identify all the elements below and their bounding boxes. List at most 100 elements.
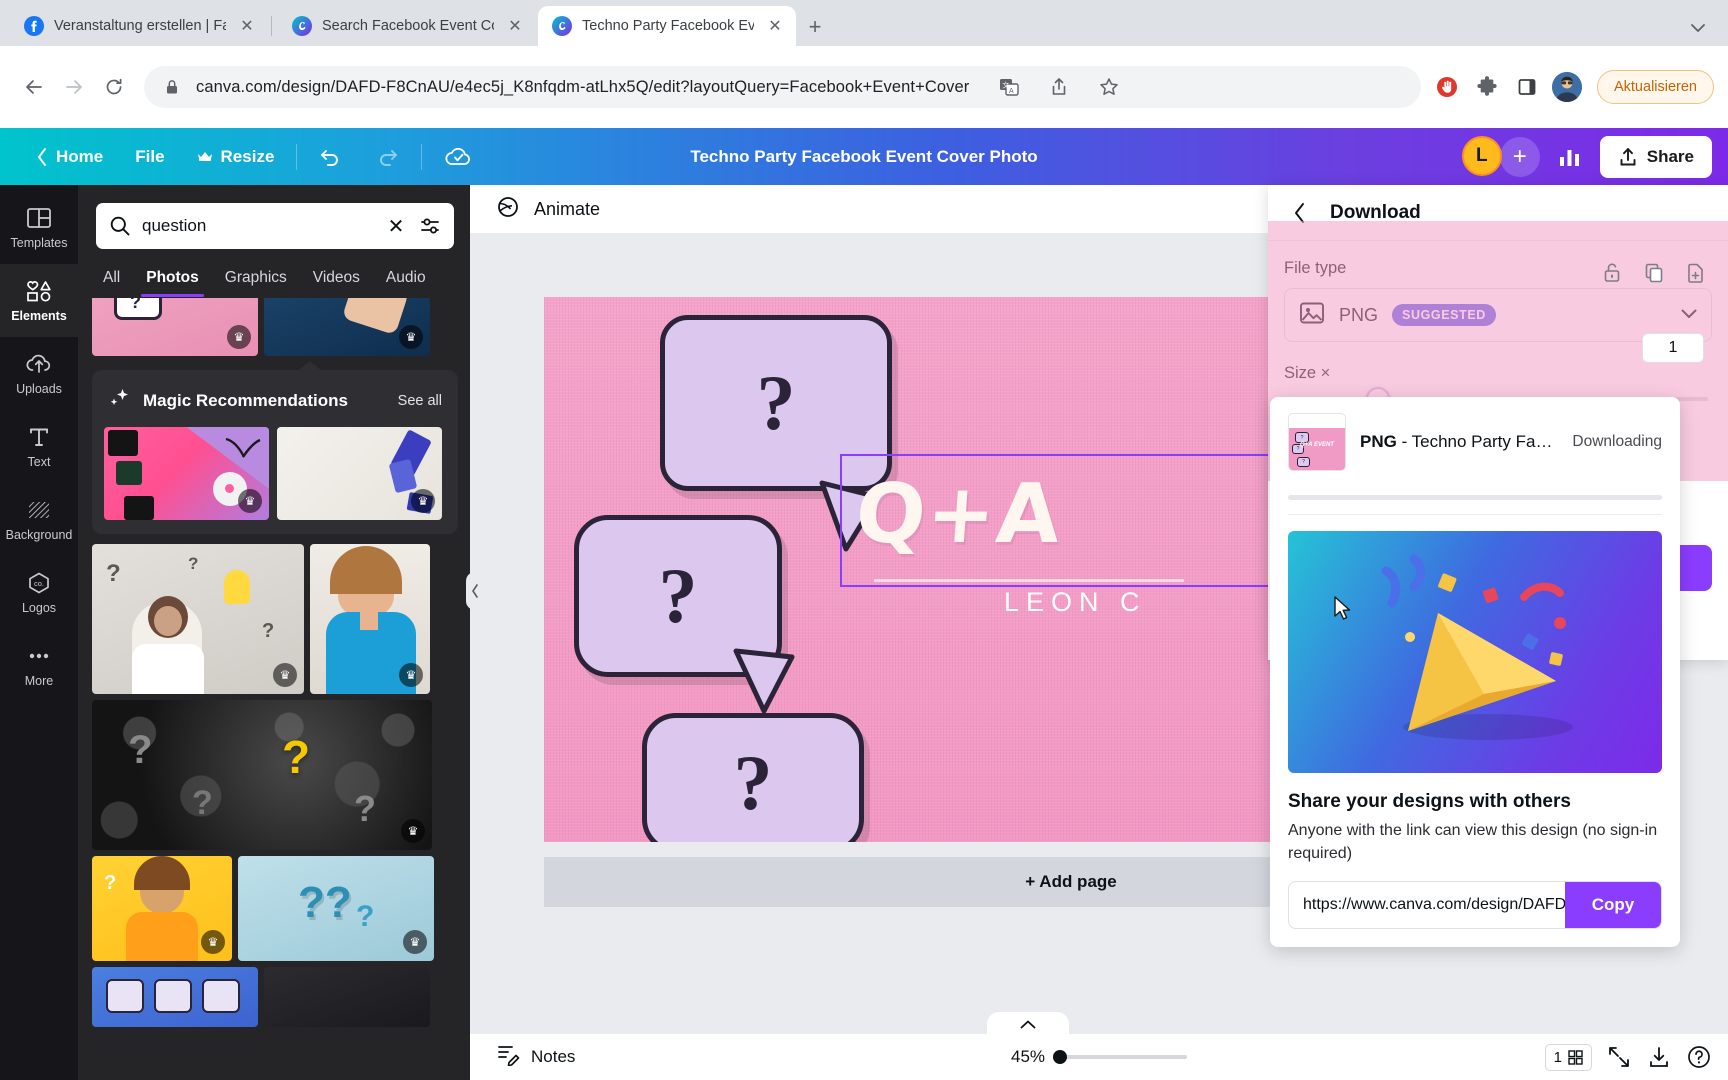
see-all-link[interactable]: See all bbox=[398, 393, 442, 409]
browser-tab-0[interactable]: Veranstaltung erstellen | Faceb ✕ bbox=[10, 6, 268, 46]
crown-icon: ♛ bbox=[403, 930, 427, 954]
lock-icon bbox=[160, 75, 184, 99]
filter-sliders-icon[interactable] bbox=[418, 214, 442, 238]
reload-icon[interactable] bbox=[94, 67, 134, 107]
new-tab-button[interactable]: + bbox=[800, 12, 830, 42]
result-thumb[interactable]: ? ? ? ? ♛ bbox=[92, 700, 432, 850]
qa-headline[interactable]: Q+A bbox=[853, 467, 1065, 562]
adblock-icon[interactable] bbox=[1429, 69, 1465, 105]
thumbnail-label: Q+A EVENT bbox=[1300, 442, 1334, 448]
bar-chart-icon bbox=[1559, 149, 1579, 166]
share-icon[interactable] bbox=[1047, 75, 1071, 99]
canva-icon bbox=[292, 16, 312, 36]
share-button[interactable]: Share bbox=[1599, 135, 1712, 178]
result-thumb[interactable]: ♛ bbox=[264, 298, 430, 356]
artist-name[interactable]: LEON C bbox=[1004, 587, 1147, 618]
sidebar-item-elements[interactable]: Elements bbox=[0, 264, 78, 337]
bottom-sheet-handle[interactable] bbox=[987, 1012, 1069, 1036]
chevron-left-icon[interactable] bbox=[1284, 198, 1314, 228]
suggested-badge: SUGGESTED bbox=[1392, 304, 1496, 326]
result-thumb[interactable]: ? ♛ bbox=[92, 298, 258, 356]
copy-icon[interactable] bbox=[1644, 262, 1664, 289]
undo-button[interactable] bbox=[303, 137, 359, 177]
notes-button[interactable]: Notes bbox=[496, 1044, 575, 1071]
saved-status-button[interactable] bbox=[428, 137, 490, 177]
add-collaborator-button[interactable]: + bbox=[1499, 136, 1540, 177]
sidebar-item-logos[interactable]: co. Logos bbox=[0, 556, 78, 629]
file-menu-button[interactable]: File bbox=[119, 137, 180, 177]
browser-tab-title: Search Facebook Event Cover bbox=[322, 18, 494, 34]
unlock-icon[interactable] bbox=[1602, 262, 1622, 289]
search-input[interactable] bbox=[142, 216, 374, 236]
zoom-slider[interactable] bbox=[1053, 1050, 1188, 1064]
copy-link-button[interactable]: Copy bbox=[1565, 882, 1661, 929]
result-thumb[interactable] bbox=[92, 967, 258, 1027]
sidebar-item-templates[interactable]: Templates bbox=[0, 191, 78, 264]
translate-icon[interactable]: 文A bbox=[997, 75, 1021, 99]
magic-thumb[interactable]: ♛ bbox=[277, 427, 442, 520]
chevron-left-icon bbox=[38, 147, 46, 166]
elements-panel: ✕ All Photos Graphics Videos Audio ? ♛ ♛ bbox=[78, 185, 470, 1080]
download-status: Downloading bbox=[1572, 433, 1662, 450]
sidebar-label: Logos bbox=[21, 601, 57, 615]
tab-videos[interactable]: Videos bbox=[300, 263, 373, 297]
insights-button[interactable] bbox=[1548, 137, 1592, 177]
sidebar-item-text[interactable]: Text bbox=[0, 410, 78, 483]
extensions-icon[interactable] bbox=[1469, 69, 1505, 105]
resize-button[interactable]: Resize bbox=[181, 137, 291, 177]
result-thumb[interactable]: ♛ bbox=[310, 544, 430, 694]
result-thumb[interactable]: ? ? ? ♛ bbox=[92, 544, 304, 694]
browser-tab-2-active[interactable]: Techno Party Facebook Event C ✕ bbox=[538, 6, 796, 46]
result-row: ? ? ? ♛ ♛ bbox=[78, 544, 470, 700]
animate-label[interactable]: Animate bbox=[534, 199, 600, 220]
share-promo-illustration bbox=[1288, 531, 1662, 773]
page-indicator[interactable]: 1 bbox=[1544, 1043, 1592, 1071]
grid-pages-icon bbox=[1568, 1049, 1583, 1065]
sidebar-item-background[interactable]: Background bbox=[0, 483, 78, 556]
bookmark-star-icon[interactable] bbox=[1097, 75, 1121, 99]
collapse-panel-handle[interactable] bbox=[466, 572, 484, 610]
sidepanel-icon[interactable] bbox=[1509, 69, 1545, 105]
help-icon[interactable] bbox=[1686, 1044, 1712, 1070]
avatar[interactable]: L bbox=[1461, 135, 1502, 176]
profile-avatar[interactable] bbox=[1549, 69, 1585, 105]
address-bar[interactable]: canva.com/design/DAFD-F8CnAU/e4ec5j_K8nf… bbox=[144, 66, 1421, 108]
tab-close-icon[interactable]: ✕ bbox=[764, 15, 786, 37]
topbar-divider bbox=[296, 143, 298, 170]
tab-close-icon[interactable]: ✕ bbox=[236, 15, 258, 37]
home-button[interactable]: Home bbox=[20, 137, 119, 177]
sidebar-item-more[interactable]: More bbox=[0, 629, 78, 702]
size-multiplier-input[interactable]: 1 bbox=[1642, 333, 1704, 363]
download-progress-bar bbox=[1288, 495, 1662, 500]
download-filetype: PNG bbox=[1360, 432, 1397, 451]
result-thumb[interactable] bbox=[264, 967, 430, 1027]
tab-all[interactable]: All bbox=[90, 263, 133, 297]
fullscreen-icon[interactable] bbox=[1606, 1044, 1632, 1070]
tab-photos[interactable]: Photos bbox=[133, 263, 212, 297]
result-thumb[interactable]: ? ♛ bbox=[92, 856, 232, 961]
tab-list-chevron-down-icon[interactable] bbox=[1684, 14, 1712, 42]
sidebar-label: Uploads bbox=[16, 382, 62, 396]
back-arrow-icon[interactable] bbox=[14, 67, 54, 107]
share-link-input[interactable]: https://www.canva.com/design/DAFD-F bbox=[1289, 896, 1565, 914]
search-box[interactable]: ✕ bbox=[96, 203, 454, 249]
browser-tab-1[interactable]: Search Facebook Event Cover ✕ bbox=[278, 6, 536, 46]
result-row: ? ♛ ?? ? ♛ bbox=[78, 856, 470, 967]
clear-search-icon[interactable]: ✕ bbox=[384, 214, 408, 238]
redo-button[interactable] bbox=[359, 137, 415, 177]
download-icon[interactable] bbox=[1646, 1044, 1672, 1070]
result-thumb[interactable]: ?? ? ♛ bbox=[238, 856, 434, 961]
sidebar-item-uploads[interactable]: Uploads bbox=[0, 337, 78, 410]
add-page-icon[interactable] bbox=[1686, 262, 1706, 289]
zoom-slider-handle[interactable] bbox=[1053, 1050, 1068, 1064]
tab-close-icon[interactable]: ✕ bbox=[504, 15, 526, 37]
zoom-control[interactable]: 45% bbox=[1011, 1047, 1188, 1067]
search-results[interactable]: ? ♛ ♛ Magic Recommendations See all ♛ ♛ … bbox=[78, 298, 470, 1080]
tab-graphics[interactable]: Graphics bbox=[212, 263, 300, 297]
search-area: ✕ bbox=[78, 185, 470, 249]
tab-audio[interactable]: Audio bbox=[373, 263, 439, 297]
magic-thumb[interactable]: ♛ bbox=[104, 427, 269, 520]
chevron-down-icon[interactable] bbox=[1681, 306, 1697, 324]
speech-bubble[interactable]: ? bbox=[642, 713, 864, 842]
update-button[interactable]: Aktualisieren bbox=[1596, 70, 1714, 104]
